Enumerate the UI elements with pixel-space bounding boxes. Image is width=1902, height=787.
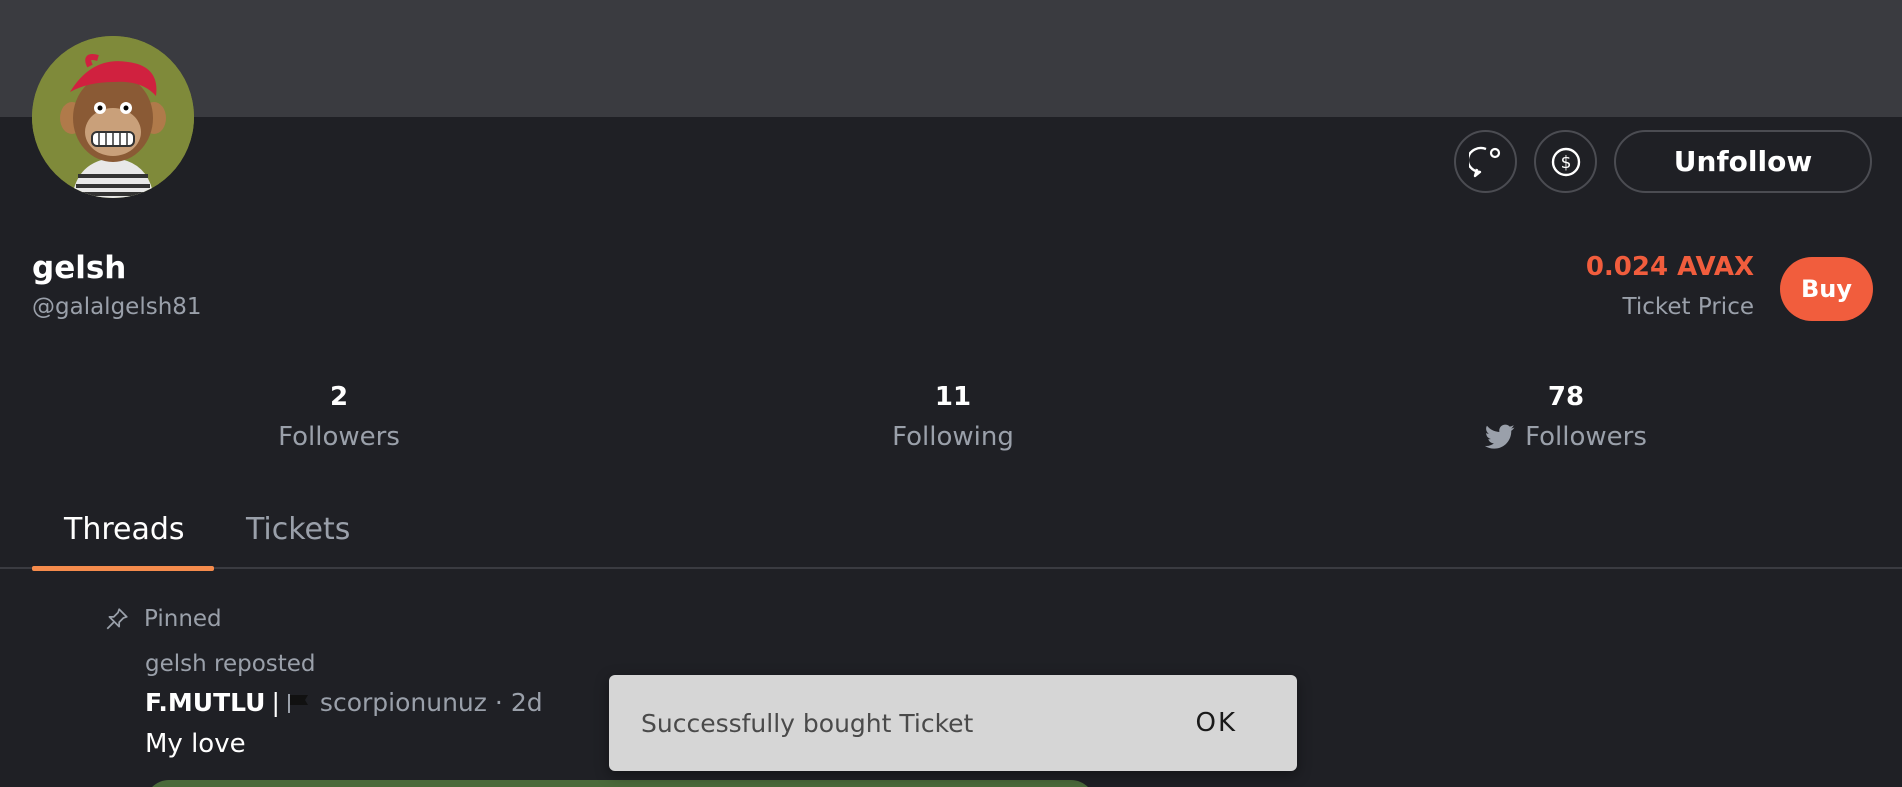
ticket-price-label: Ticket Price [1622,294,1754,320]
buy-button[interactable]: Buy [1780,257,1873,321]
stat-count: 78 [1547,382,1585,412]
pinned-label: Pinned [144,606,222,632]
stat-label: Followers [1525,422,1647,452]
tab-threads[interactable]: Threads [64,510,185,550]
profile-page: $ Unfollow gelsh @galalgelsh81 0.024 AVA… [0,0,1902,787]
tip-button[interactable]: $ [1534,130,1597,193]
post-author[interactable]: F.MUTLU [145,688,265,717]
snackbar-message: Successfully bought Ticket [641,708,974,738]
repost-label: gelsh reposted [145,651,316,677]
tabs-divider [0,567,1902,569]
chat-button[interactable] [1454,130,1517,193]
snackbar-ok-button[interactable]: OK [1167,700,1265,746]
tab-tickets[interactable]: Tickets [246,510,350,550]
stat-twitter-followers[interactable]: 78 Followers [1406,380,1726,454]
profile-banner [0,0,1902,117]
chat-bubble-icon [1468,146,1500,177]
svg-text:$: $ [1560,153,1571,173]
pinned-indicator: Pinned [104,606,222,632]
display-name: gelsh [32,250,127,286]
stat-label: Followers [278,422,400,452]
twitter-bird-icon [1485,424,1515,449]
post-separator: | [271,688,280,717]
dollar-circle-icon: $ [1551,147,1580,176]
black-flag-icon [287,693,308,713]
post-time: 2d [510,688,543,717]
post-author-handle[interactable]: scorpionunuz [320,688,487,717]
unfollow-button[interactable]: Unfollow [1614,130,1872,193]
stat-following[interactable]: 11 Following [793,380,1113,454]
stat-followers[interactable]: 2 Followers [179,380,499,454]
stat-count: 11 [934,382,972,412]
snackbar: Successfully bought Ticket OK [609,675,1297,771]
post-dot: · [494,688,503,717]
stat-count: 2 [329,382,349,412]
ape-avatar-icon [32,36,194,198]
active-tab-indicator [32,566,214,571]
stat-label: Following [892,422,1014,452]
post-image[interactable] [145,780,1095,787]
user-handle: @galalgelsh81 [32,294,202,320]
pin-icon [106,608,128,630]
post-body: My love [145,729,246,759]
ticket-price: 0.024 AVAX [1585,252,1754,282]
avatar[interactable] [32,36,194,198]
post-header: F.MUTLU | scorpionunuz · 2d [145,688,543,717]
